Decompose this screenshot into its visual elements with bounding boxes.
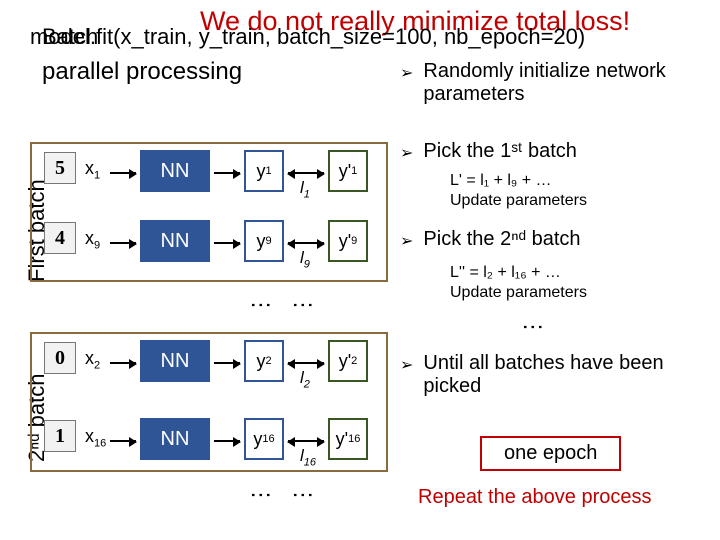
yprime2-box: y'2 bbox=[328, 340, 368, 382]
digit-5: 5 bbox=[44, 152, 76, 184]
step-init-text: Randomly initialize network parameters bbox=[423, 60, 700, 106]
digit-1: 1 bbox=[44, 420, 76, 452]
nn-box: NN bbox=[140, 220, 210, 262]
code-text: model.fit(x_train, y_train, batch_size=1… bbox=[30, 24, 585, 49]
double-arrow bbox=[288, 440, 324, 442]
digit-0: 0 bbox=[44, 342, 76, 374]
step-init: ➢ Randomly initialize network parameters bbox=[400, 60, 700, 106]
vdots-icon: ⋮ bbox=[300, 294, 306, 316]
x1-label: x1 bbox=[85, 158, 100, 182]
nn-box: NN bbox=[140, 340, 210, 382]
nn-box: NN bbox=[140, 150, 210, 192]
arrow bbox=[110, 440, 136, 442]
arrow bbox=[214, 242, 240, 244]
triangle-icon: ➢ bbox=[400, 143, 413, 163]
y9-box: y9 bbox=[244, 220, 284, 262]
triangle-icon: ➢ bbox=[400, 355, 413, 375]
double-arrow bbox=[288, 362, 324, 364]
one-epoch-box: one epoch bbox=[480, 436, 621, 471]
y2-box: y2 bbox=[244, 340, 284, 382]
double-arrow bbox=[288, 172, 324, 174]
x2-label: x2 bbox=[85, 348, 100, 372]
parallel-text: parallel processing bbox=[42, 58, 242, 86]
vdots-icon: ⋮ bbox=[300, 484, 306, 506]
arrow bbox=[214, 440, 240, 442]
yprime9-box: y'9 bbox=[328, 220, 368, 262]
vdots-icon: ⋮ bbox=[258, 484, 264, 506]
x9-label: x9 bbox=[85, 228, 100, 252]
note-update1: Update parameters bbox=[450, 192, 587, 210]
vdots-icon: ⋮ bbox=[530, 316, 536, 338]
step-until-text: Until all batches have been picked bbox=[423, 352, 700, 398]
y16-box: y16 bbox=[244, 418, 284, 460]
repeat-text: Repeat the above process bbox=[418, 486, 652, 509]
step-pick-2-text: Pick the 2ⁿᵈ batch bbox=[423, 228, 580, 251]
arrow bbox=[214, 362, 240, 364]
yprime1-box: y'1 bbox=[328, 150, 368, 192]
step-until: ➢ Until all batches have been picked bbox=[400, 352, 700, 398]
y1-box: y1 bbox=[244, 150, 284, 192]
l1-label: l1 bbox=[300, 178, 310, 200]
code-line: Batch model.fit(x_train, y_train, batch_… bbox=[30, 24, 585, 50]
step-pick-1-text: Pick the 1ˢᵗ batch bbox=[423, 140, 577, 163]
triangle-icon: ➢ bbox=[400, 231, 413, 251]
l9-label: l9 bbox=[300, 248, 310, 270]
step-pick-1: ➢ Pick the 1ˢᵗ batch bbox=[400, 140, 577, 163]
x16-label: x16 bbox=[85, 426, 106, 450]
batch-overlay: Batch bbox=[42, 24, 98, 50]
double-arrow bbox=[288, 242, 324, 244]
note-l1: L' = l₁ + l₉ + … bbox=[450, 172, 552, 190]
arrow bbox=[110, 172, 136, 174]
note-update2: Update parameters bbox=[450, 284, 587, 302]
vdots-icon: ⋮ bbox=[258, 294, 264, 316]
nn-box: NN bbox=[140, 418, 210, 460]
arrow bbox=[214, 172, 240, 174]
l2-label: l2 bbox=[300, 368, 310, 390]
digit-4: 4 bbox=[44, 222, 76, 254]
yprime16-box: y'16 bbox=[328, 418, 368, 460]
arrow bbox=[110, 242, 136, 244]
step-pick-2: ➢ Pick the 2ⁿᵈ batch bbox=[400, 228, 581, 251]
l16-label: l16 bbox=[300, 446, 316, 468]
arrow bbox=[110, 362, 136, 364]
triangle-icon: ➢ bbox=[400, 63, 413, 83]
note-l2: L'' = l₂ + l₁₆ + … bbox=[450, 264, 561, 282]
